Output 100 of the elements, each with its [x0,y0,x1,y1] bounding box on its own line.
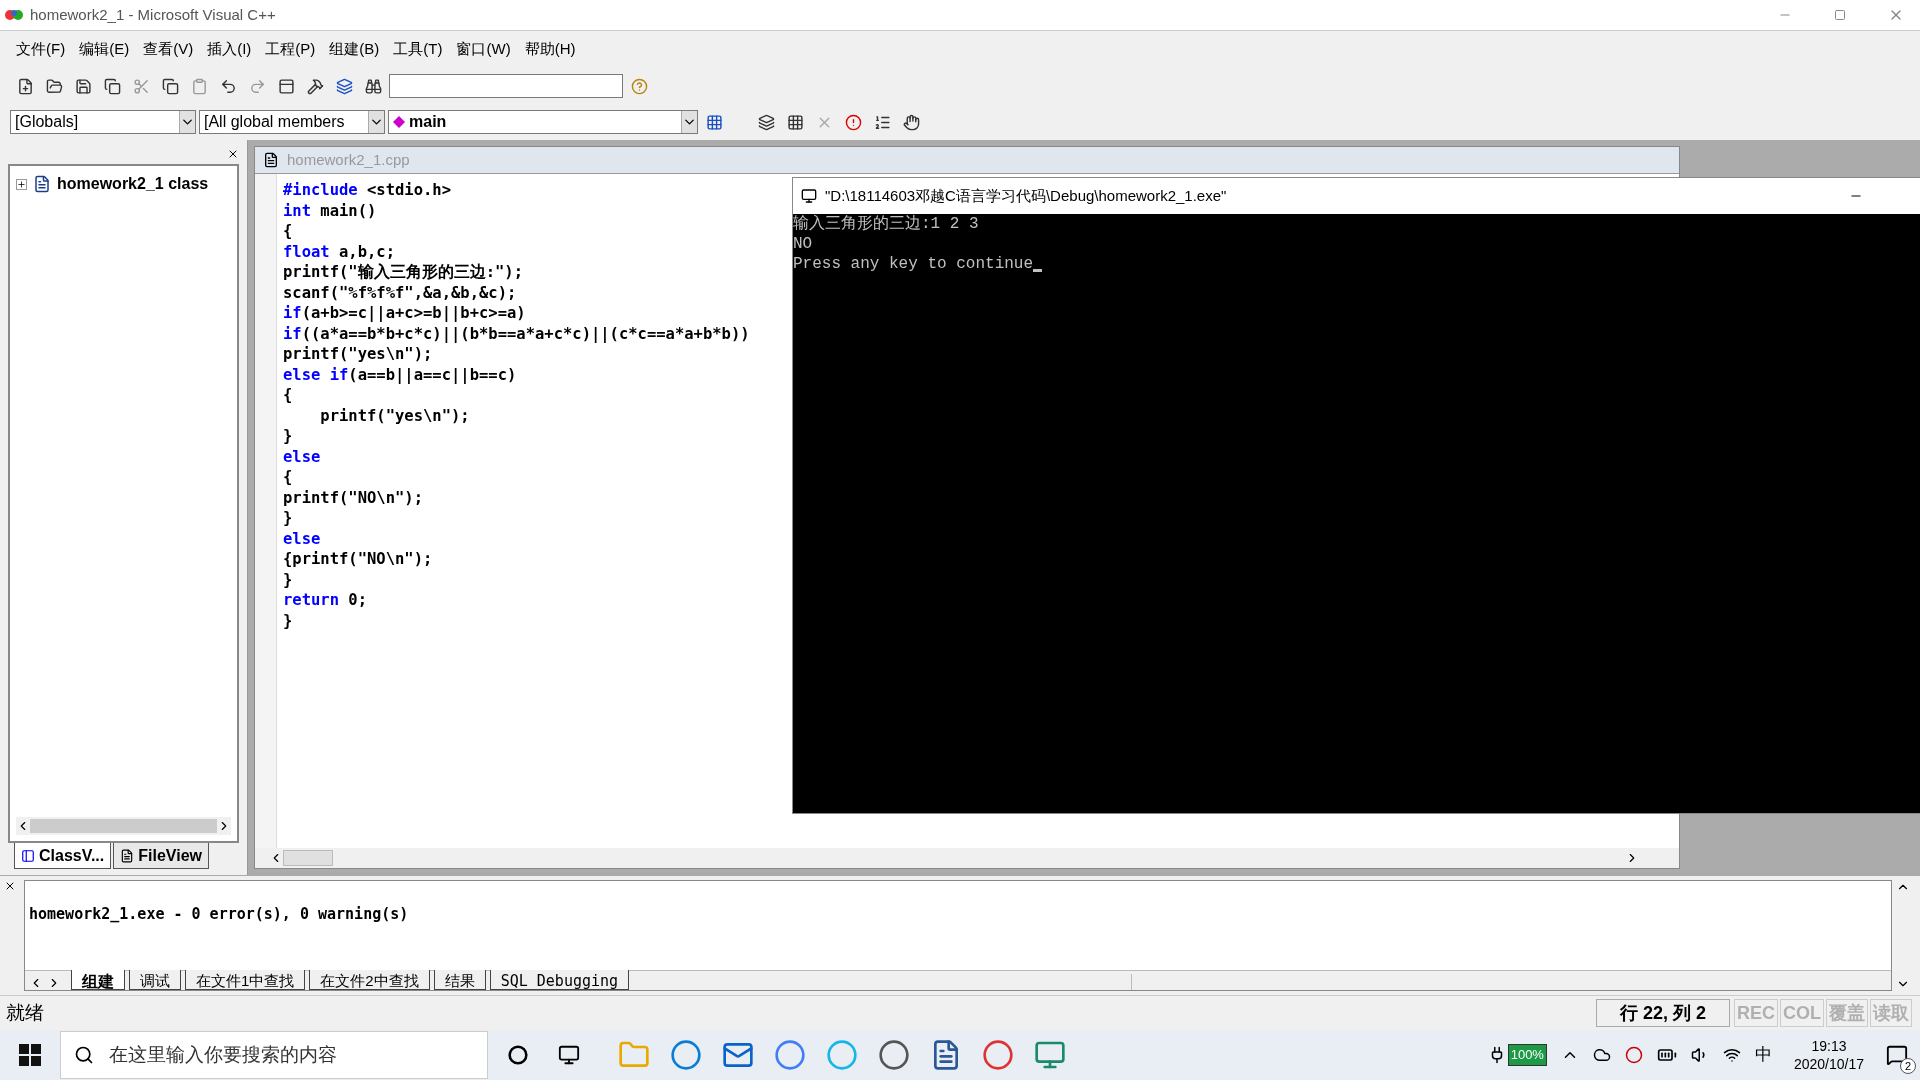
menu-item[interactable]: 窗口(W) [450,36,517,63]
code-line: printf("yes\n"); [319,405,470,426]
code-line: } [283,426,293,447]
app-icon[interactable] [982,1039,1014,1071]
output-tab[interactable]: 在文件2中查找 [309,970,430,990]
ime-indicator[interactable]: 中 [1754,1042,1772,1068]
code-line: int main() [283,200,377,221]
workspace-tab[interactable]: FileView [113,843,209,869]
window-title: homework2_1 - Microsoft Visual C++ [30,4,276,25]
scroll-thumb[interactable] [30,819,217,833]
list-icon [873,113,891,131]
tray-app-icon[interactable] [1624,1046,1643,1064]
battery-level: 100% [1507,1044,1547,1066]
menu-item[interactable]: 帮助(H) [518,36,582,63]
search-field[interactable]: 在这里输入你要搜索的内容 [60,1031,488,1079]
clock-time[interactable]: 19:13 [1811,1037,1847,1055]
text-cursor [1033,269,1043,272]
menu-item[interactable]: 组建(B) [323,36,386,63]
grid-icon [786,113,804,131]
menu-item[interactable]: 工具(T) [387,36,449,63]
console-line: Press any key to continue [793,254,1034,274]
redo-icon [248,77,266,95]
find-combo[interactable] [389,74,623,98]
menu-item[interactable]: 工程(P) [259,36,322,63]
code-line: scanf("%f%f%f",&a,&b,&c); [283,282,517,303]
horizontal-scrollbar[interactable] [16,817,231,835]
code-line: } [283,508,293,529]
code-line: } [283,569,293,590]
menu-item[interactable]: 插入(I) [201,36,258,63]
diamond-icon [393,116,405,128]
layers-icon [757,113,775,131]
window-icon [277,77,295,95]
close-icon[interactable] [4,880,16,892]
notification-count: 2 [1900,1058,1916,1074]
output-tab[interactable]: 在文件1中查找 [185,970,306,990]
output-line: homework2_1.exe - 0 error(s), 0 warning(s) [29,904,409,925]
tree-item[interactable]: homework2_1 class [57,172,209,196]
grid-icon [705,113,723,131]
output-tab[interactable]: 调试 [129,970,181,990]
folder-icon [45,77,63,95]
console-title: "D:\18114603邓越C语言学习代码\Debug\homework2_1.exe" [825,185,1227,206]
filter-combo[interactable]: [All global members [199,110,385,134]
workspace-tab[interactable]: ClassV... [14,843,112,869]
hand-icon [902,113,920,131]
cortana-icon[interactable] [508,1045,528,1065]
menu-item[interactable]: 查看(V) [137,36,200,63]
code-line: else [283,446,321,467]
code-line: float a,b,c; [283,241,395,262]
caret-icon [681,111,697,133]
status-indicator: REC [1734,999,1778,1027]
class-combo[interactable]: [Globals] [10,110,196,134]
browser-icon[interactable] [670,1039,702,1071]
monitor-icon[interactable] [1034,1039,1066,1071]
app-icon[interactable] [774,1039,806,1071]
pages-icon [103,77,121,95]
clock-date[interactable]: 2020/10/17 [1793,1055,1864,1073]
file-icon [263,152,279,168]
classes-icon [33,175,51,193]
close-icon[interactable] [227,148,239,160]
caret-icon [368,111,384,133]
search-icon [74,1045,94,1065]
console-line: 输入三角形的三边:1 2 3 [793,214,979,234]
code-line: printf("NO\n"); [283,487,423,508]
scissors-icon [132,77,150,95]
windows-logo-icon[interactable] [19,1044,41,1066]
code-line: return 0; [283,590,367,611]
code-line: if((a*a==b*b+c*c)||(b*b==a*a+c*c)||(c*c==a*a+b*b)) [283,323,750,344]
restore-icon[interactable] [1834,9,1846,21]
new-file-icon [16,77,34,95]
code-line: {printf("NO\n"); [283,549,433,570]
code-line: else if(a==b||a==c||b==c) [283,364,517,385]
save-icon [74,77,92,95]
output-tab[interactable]: SQL Debugging [489,970,630,990]
output-tab[interactable]: 结果 [433,970,486,990]
task-view-icon[interactable] [558,1044,580,1066]
wifi-icon[interactable] [1722,1046,1741,1064]
code-line: #include <stdio.h> [283,180,451,201]
code-line: printf("输入三角形的三边:"); [283,262,523,283]
menu-item[interactable]: 文件(F) [10,36,72,63]
code-line: printf("yes\n"); [283,344,433,365]
console-icon [801,188,817,204]
status-indicator: 读取 [1870,999,1912,1027]
tree-toggle[interactable] [16,178,27,190]
cloud-icon[interactable] [1592,1046,1611,1064]
class-view-icon [21,848,35,863]
cursor-position: 行 22, 列 2 [1596,999,1730,1027]
clipboard-icon [190,77,208,95]
status-indicator: COL [1780,999,1824,1027]
hammer-icon [306,77,324,95]
code-line: else [283,528,321,549]
exclamation-icon [844,113,862,131]
layers-icon [335,77,353,95]
member-combo[interactable]: main [388,110,698,134]
output-tab[interactable]: 组建 [71,970,125,990]
app-icon[interactable] [878,1039,910,1071]
scroll-thumb[interactable] [283,850,333,866]
undo-icon [219,77,237,95]
binoculars-icon [364,77,382,95]
caret-icon [179,111,195,133]
menu-item[interactable]: 编辑(E) [73,36,136,63]
